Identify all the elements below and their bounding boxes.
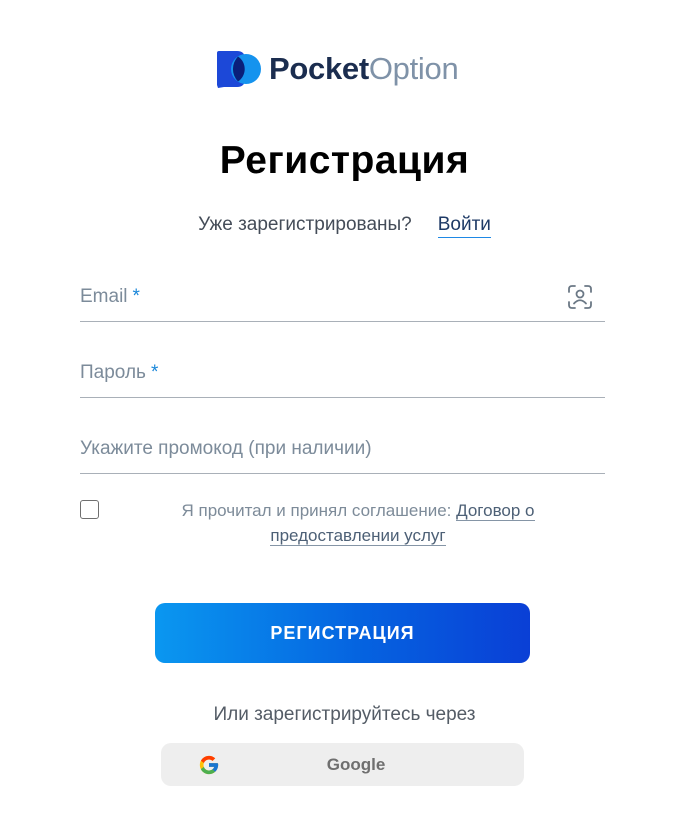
login-prompt: Уже зарегистрированы? Войти [0, 212, 689, 238]
email-input[interactable] [80, 273, 564, 321]
agreement-label: Я прочитал и принял соглашение: [181, 501, 452, 520]
password-input[interactable] [80, 349, 564, 397]
google-label: Google [326, 755, 386, 774]
agreement-text: Я прочитал и принял соглашение: Договор … [140, 498, 576, 548]
social-signup-prompt: Или зарегистрируйтесь через [213, 704, 476, 725]
pocket-option-logo-icon [217, 51, 261, 88]
brand-name: PocketOption [269, 49, 459, 89]
login-question: Уже зарегистрированы? [198, 214, 412, 235]
brand-name-option: Option [368, 51, 459, 86]
page-title: Регистрация [219, 139, 470, 182]
password-field[interactable]: Пароль * [80, 349, 605, 398]
brand-logo[interactable]: PocketOption [215, 49, 459, 89]
promo-code-field[interactable]: Укажите промокод (при наличии) [80, 425, 605, 474]
promo-code-input[interactable] [80, 425, 564, 473]
email-field[interactable]: Email * [80, 273, 605, 322]
brand-name-pocket: Pocket [269, 51, 369, 86]
google-signup-button[interactable]: Google [161, 743, 524, 786]
face-id-icon[interactable] [567, 284, 593, 310]
agreement-checkbox[interactable] [80, 500, 99, 519]
register-button[interactable]: РЕГИСТРАЦИЯ [155, 603, 530, 663]
login-link[interactable]: Войти [437, 214, 491, 238]
